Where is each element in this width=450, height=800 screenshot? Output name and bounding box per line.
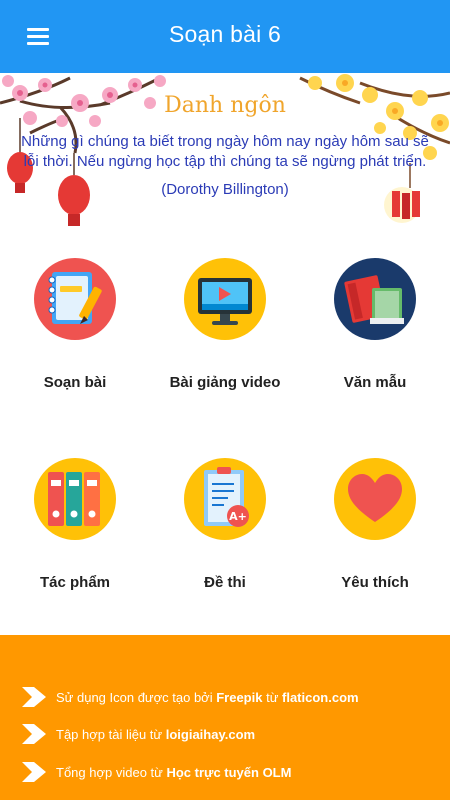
exam-paper-icon: A+ xyxy=(184,458,266,540)
credit-text: Sử dụng Icon được tạo bởi Freepik từ fla… xyxy=(56,689,359,705)
quote-banner: Danh ngôn Những gì chúng ta biết trong n… xyxy=(0,73,450,243)
binders-icon xyxy=(34,458,116,540)
heart-icon xyxy=(334,458,416,540)
menu-item-yeu-thich[interactable]: Yêu thích xyxy=(300,450,450,630)
quote-author: (Dorothy Billington) xyxy=(161,181,289,198)
menu-item-tac-pham[interactable]: Tác phẩm xyxy=(0,450,150,630)
menu-item-label: Văn mẫu xyxy=(343,374,407,391)
credit-text: Tập hợp tài liệu từ loigiaihay.com xyxy=(56,726,256,742)
credit-text: Tổng hợp video từ Học trực tuyến OLM xyxy=(56,764,292,780)
menu-item-de-thi[interactable]: A+ Đề thi xyxy=(150,450,300,630)
menu-item-label: Yêu thích xyxy=(341,574,409,591)
app-screen: Soạn bài 6 Danh ngôn Những gì chúng ta b… xyxy=(0,0,450,800)
quote-text: Những gì chúng ta biết trong ngày hôm na… xyxy=(21,133,429,170)
menu-item-van-mau[interactable]: Văn mẫu xyxy=(300,250,450,430)
video-monitor-icon xyxy=(184,258,266,340)
app-bar: Soạn bài 6 xyxy=(0,0,450,73)
menu-item-label: Đề thi xyxy=(204,574,246,591)
menu-item-label: Bài giảng video xyxy=(169,374,281,391)
chevron-right-icon xyxy=(22,724,46,744)
quote-heading: Danh ngôn xyxy=(164,93,286,118)
credit-row[interactable]: Tập hợp tài liệu từ loigiaihay.com xyxy=(22,722,255,746)
notebook-pencil-icon xyxy=(34,258,116,340)
credit-row[interactable]: Tổng hợp video từ Học trực tuyến OLM xyxy=(22,760,291,784)
menu-item-bai-giang-video[interactable]: Bài giảng video xyxy=(150,250,300,430)
menu-item-label: Soạn bài xyxy=(43,374,107,391)
menu-item-label: Tác phẩm xyxy=(39,574,111,591)
menu-grid: Soạn bài Bài giảng video Văn mẫu Tác phẩ… xyxy=(0,250,450,630)
chevron-right-icon xyxy=(22,687,46,707)
books-stack-icon xyxy=(334,258,416,340)
credits-footer: Sử dụng Icon được tạo bởi Freepik từ fla… xyxy=(0,635,450,800)
svg-text:A+: A+ xyxy=(229,510,247,523)
chevron-right-icon xyxy=(22,762,46,782)
menu-item-soan-bai[interactable]: Soạn bài xyxy=(0,250,150,430)
credit-row[interactable]: Sử dụng Icon được tạo bởi Freepik từ fla… xyxy=(22,685,359,709)
app-title: Soạn bài 6 xyxy=(169,21,281,47)
